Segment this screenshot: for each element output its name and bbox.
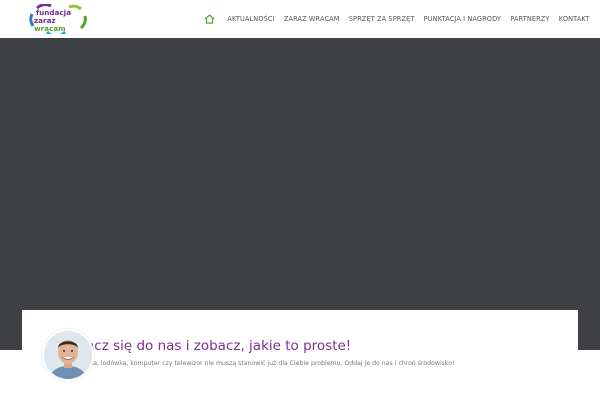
hero-banner bbox=[0, 38, 600, 350]
logo[interactable]: fundacja zaraz wracam bbox=[29, 4, 89, 34]
nav-item-aktualnosci[interactable]: AKTUALNOŚCI bbox=[223, 12, 280, 26]
person-photo bbox=[44, 331, 92, 379]
logo-text-line2: zaraz wracam bbox=[34, 16, 66, 33]
site-header: fundacja zaraz wracam AKTUALNOŚCI ZARAZ … bbox=[0, 0, 600, 38]
card-text: lka, lodówka, komputer czy telewizor nie… bbox=[88, 360, 455, 367]
main-nav: AKTUALNOŚCI ZARAZ WRACAM SPRZĘT ZA SPRZĘ… bbox=[202, 12, 594, 26]
nav-item-kontakt[interactable]: KONTAKT bbox=[554, 12, 594, 26]
nav-item-punktacja-i-nagrody[interactable]: PUNKTACJA I NAGRODY bbox=[419, 12, 506, 26]
nav-home-link[interactable] bbox=[202, 12, 218, 26]
avatar bbox=[42, 329, 94, 381]
nav-item-zaraz-wracam[interactable]: ZARAZ WRACAM bbox=[279, 12, 344, 26]
card-title: ącz się do nas i zobacz, jakie to proste… bbox=[86, 338, 352, 354]
intro-card bbox=[22, 310, 578, 400]
home-icon bbox=[204, 14, 215, 24]
nav-item-sprzet-za-sprzet[interactable]: SPRZĘT ZA SPRZĘT bbox=[344, 12, 419, 26]
nav-item-partnerzy[interactable]: PARTNERZY bbox=[506, 12, 555, 26]
